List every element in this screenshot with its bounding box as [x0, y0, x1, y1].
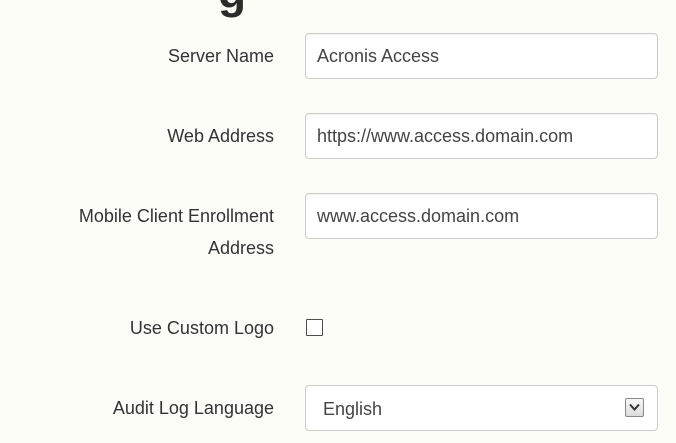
audit-log-language-label: Audit Log Language: [112, 398, 274, 418]
dropdown-button[interactable]: [625, 398, 644, 417]
web-address-label: Web Address: [167, 126, 274, 146]
mobile-enrollment-address-input[interactable]: [305, 193, 658, 239]
mobile-enrollment-address-label: Mobile Client Enrollment Address: [79, 203, 274, 262]
use-custom-logo-label: Use Custom Logo: [129, 318, 274, 338]
audit-log-language-select[interactable]: English: [305, 385, 658, 431]
use-custom-logo-checkbox[interactable]: [306, 319, 323, 336]
audit-log-language-value: English: [323, 399, 383, 419]
server-name-input[interactable]: [305, 33, 658, 79]
chevron-down-icon: [629, 403, 640, 411]
mobile-enrollment-label-line2: Address: [207, 238, 274, 258]
web-address-input[interactable]: [305, 113, 658, 159]
mobile-enrollment-label-line1: Mobile Client Enrollment: [78, 206, 274, 226]
page-heading-partial: g: [218, 0, 246, 22]
server-name-label: Server Name: [167, 46, 274, 66]
